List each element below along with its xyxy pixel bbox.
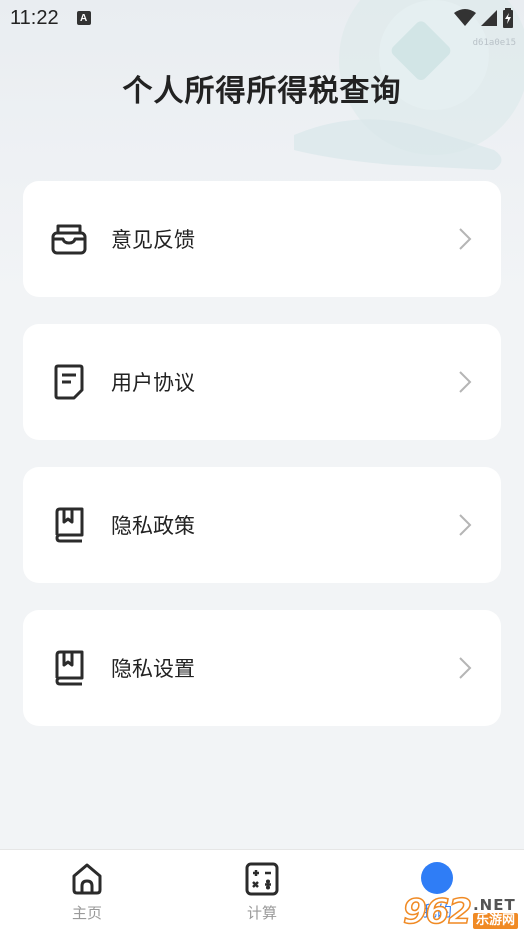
menu-item-label: 隐私设置 xyxy=(111,657,195,681)
chevron-right-icon xyxy=(455,511,475,539)
chevron-right-icon xyxy=(455,654,475,682)
chevron-right-icon xyxy=(455,225,475,253)
status-time: 11:22 xyxy=(10,6,59,29)
profile-icon xyxy=(421,862,453,894)
watermark-suffix: .NET xyxy=(472,895,516,914)
status-icons xyxy=(454,8,514,28)
menu-item-label: 意见反馈 xyxy=(111,228,195,252)
watermark-side: .NET 乐游网 xyxy=(472,895,518,929)
menu-item-privacy-settings[interactable]: 隐私设置 xyxy=(23,610,501,726)
menu-item-label: 隐私政策 xyxy=(111,514,195,538)
bottom-tab-bar: 主页 计算 我的 962 .NET 乐游网 xyxy=(0,849,524,933)
battery-icon xyxy=(503,8,513,28)
site-watermark: 962 .NET 乐游网 xyxy=(402,892,518,932)
watermark-site: 乐游网 xyxy=(472,913,518,929)
tab-home[interactable]: 主页 xyxy=(42,862,132,923)
menu-item-user-agreement[interactable]: 用户协议 xyxy=(23,324,501,440)
wifi-icon xyxy=(454,9,476,26)
feedback-inbox-icon xyxy=(49,219,89,259)
tab-label: 计算 xyxy=(246,904,277,922)
page-title: 个人所得所得税查询 xyxy=(122,74,402,109)
menu-item-privacy-policy[interactable]: 隐私政策 xyxy=(23,467,501,583)
menu-item-label: 用户协议 xyxy=(111,371,195,395)
calculator-icon xyxy=(245,862,279,896)
book-icon xyxy=(49,505,89,545)
chevron-right-icon xyxy=(455,368,475,396)
tab-label: 主页 xyxy=(71,904,102,922)
notification-a-icon: A xyxy=(76,11,91,25)
debug-id-text: d61a0e15 xyxy=(472,38,516,48)
menu-item-feedback[interactable]: 意见反馈 xyxy=(23,181,501,297)
book-icon xyxy=(49,648,89,688)
signal-icon xyxy=(481,10,497,26)
home-icon xyxy=(72,863,102,895)
tab-calculate[interactable]: 计算 xyxy=(217,862,307,923)
document-icon xyxy=(49,362,89,402)
status-bar: 11:22 A xyxy=(0,0,524,36)
watermark-number: 962 xyxy=(402,892,472,932)
